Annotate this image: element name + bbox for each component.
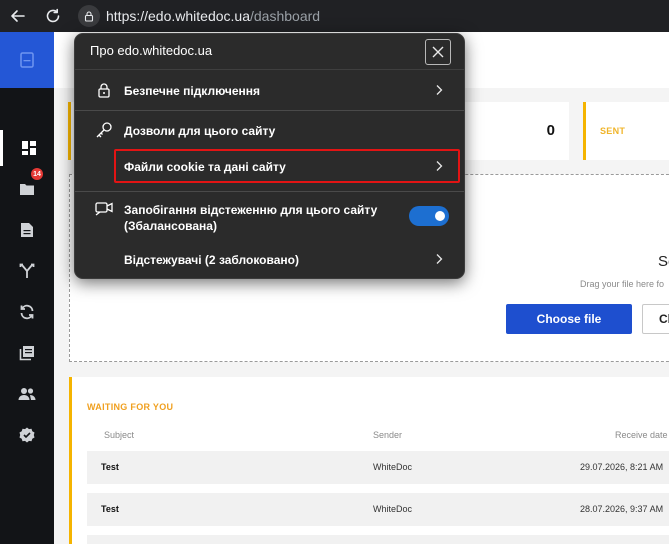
row-subject: Test [101,462,119,472]
table-row[interactable]: Test WhiteDoc 28.07.2026, 9:37 AM [87,493,669,526]
cookies-highlight-box [114,149,460,183]
tracking-prevention-item[interactable]: Запобігання відстеженню для цього сайту … [75,195,464,241]
table-row[interactable] [87,535,669,544]
stat-card-sent[interactable]: SENT [583,102,669,160]
library-icon [19,346,34,361]
tracking-prevention-label: Запобігання відстеженню для цього сайту [124,203,378,217]
contacts-icon [18,388,36,400]
document-icon [21,223,33,237]
toggle-knob [435,211,445,221]
sidebar-item-routes[interactable] [0,253,54,289]
sidebar: 14 [0,32,54,544]
chevron-right-icon [436,254,443,264]
app-logo[interactable] [0,32,54,88]
reload-button[interactable] [41,4,65,28]
logo-icon [20,52,34,68]
url-host: https://edo.whitedoc.ua [106,8,250,24]
back-arrow-icon [11,10,25,22]
back-button[interactable] [6,4,30,28]
choose-file-button[interactable]: Choose file [506,304,632,334]
column-header-sender[interactable]: Sender [373,430,402,440]
popup-title: Про edo.whitedoc.ua [90,43,213,58]
stat-label-sent: SENT [600,126,626,136]
reload-icon [46,8,60,23]
sidebar-item-library[interactable] [0,335,54,371]
address-bar[interactable]: https://edo.whitedoc.ua/dashboard [106,8,320,24]
sidebar-item-inbox[interactable]: 14 [0,168,54,207]
secure-connection-item[interactable]: Безпечне підключення [75,71,464,109]
folder-icon [20,184,34,195]
lock-icon [84,11,94,22]
tracking-prevention-icon [95,199,113,217]
sync-icon [20,304,34,320]
lock-icon [95,81,113,99]
trackers-item[interactable]: Відстежувачі (2 заблоковано) [75,244,464,276]
row-subject: Test [101,504,119,514]
sidebar-item-dashboard[interactable] [0,130,54,166]
table-row[interactable]: Test WhiteDoc 29.07.2026, 8:21 AM [87,451,669,484]
chevron-right-icon [436,85,443,95]
popup-close-button[interactable] [425,39,451,65]
divider [75,191,464,192]
key-icon [95,121,113,139]
site-info-popup: Про edo.whitedoc.ua Безпечне підключення… [74,33,465,279]
tracking-prevention-level: (Збалансована) [124,219,217,233]
upload-title: Se [658,253,669,270]
row-sender: WhiteDoc [373,504,413,514]
site-permissions-item[interactable]: Дозволи для цього сайту [75,114,464,144]
verified-icon [19,427,35,443]
secure-connection-label: Безпечне підключення [124,84,261,98]
waiting-for-you-panel: WAITING FOR YOU Subject Sender Receive d… [69,377,669,544]
column-header-subject[interactable]: Subject [104,430,134,440]
sidebar-item-contacts[interactable] [0,376,54,412]
site-info-button[interactable] [78,5,100,27]
tracking-prevention-toggle[interactable] [409,206,449,226]
site-permissions-label: Дозволи для цього сайту [124,124,276,138]
inbox-count-badge: 14 [31,168,43,180]
waiting-title: WAITING FOR YOU [87,402,174,412]
trackers-label: Відстежувачі (2 заблоковано) [124,253,299,267]
screen: https://edo.whitedoc.ua/dashboard 14 0 S… [0,0,669,544]
row-date: 28.07.2026, 9:37 AM [580,504,664,514]
divider [75,110,464,111]
browser-toolbar: https://edo.whitedoc.ua/dashboard [0,0,669,32]
sidebar-item-sync[interactable] [0,294,54,330]
sidebar-item-documents[interactable] [0,212,54,248]
url-path: /dashboard [250,8,321,24]
sidebar-item-verified[interactable] [0,417,54,453]
popup-header: Про edo.whitedoc.ua [75,34,464,70]
row-date: 29.07.2026, 8:21 AM [580,462,664,472]
close-icon [432,46,444,58]
stat-value: 0 [546,122,555,139]
column-header-receive-date[interactable]: Receive date [615,430,668,440]
row-sender: WhiteDoc [373,462,413,472]
upload-hint: Drag your file here fo [580,279,665,289]
secondary-upload-button[interactable]: Ch [642,304,669,334]
route-icon [19,263,35,278]
dashboard-icon [21,141,36,155]
